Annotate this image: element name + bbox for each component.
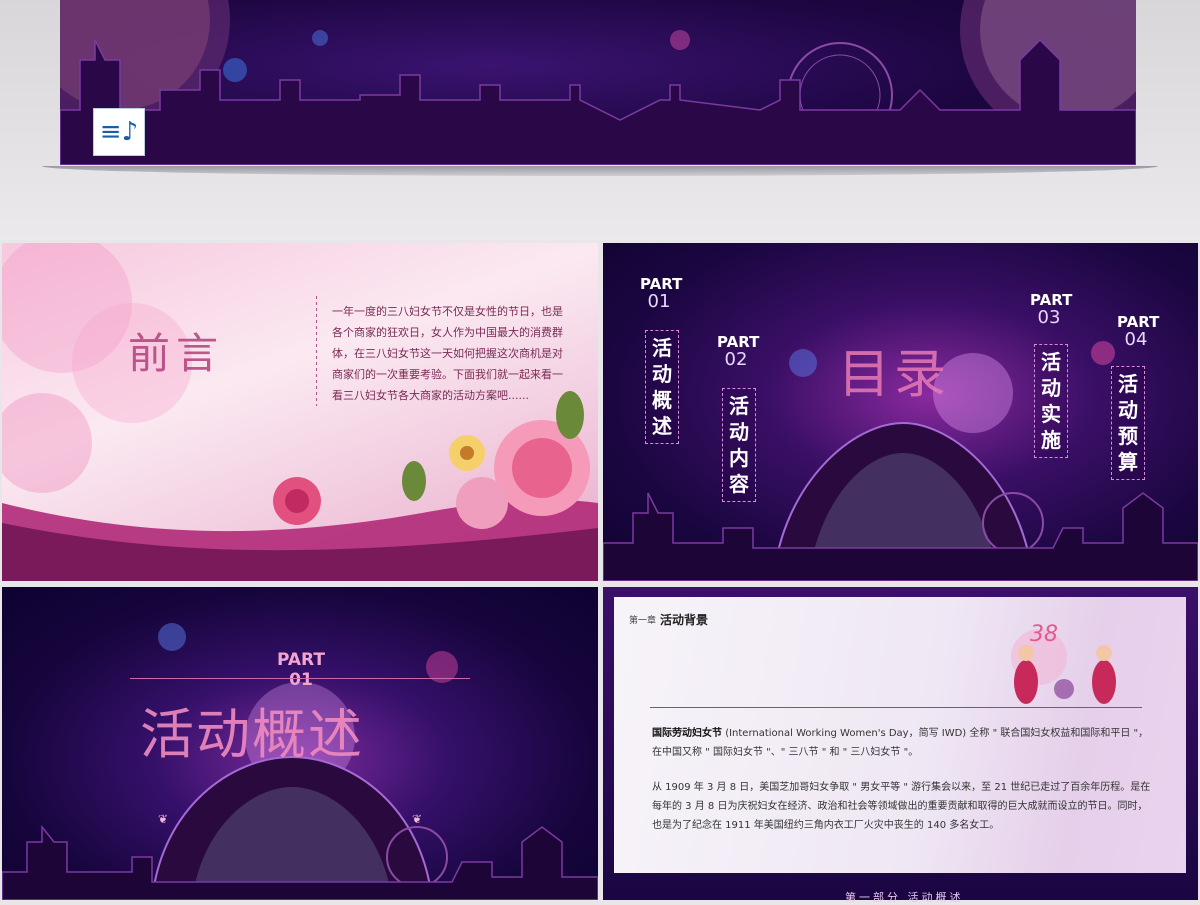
preface-title: 前言 bbox=[128, 329, 225, 378]
preface-body: 一年一度的三八妇女节不仅是女性的节日，也是 各个商家的狂欢日，女人作为中国最大的… bbox=[332, 301, 574, 406]
part-number: 01 bbox=[647, 291, 671, 312]
part-number: 04 bbox=[1124, 329, 1148, 350]
slide-thumbnail-toc[interactable] bbox=[603, 243, 1198, 581]
flower-decoration bbox=[2, 243, 598, 581]
toc-part-3: PART 03 bbox=[1030, 292, 1072, 328]
preface-line-2: 各个商家的狂欢日，女人作为中国最大的消费群 bbox=[332, 326, 563, 339]
background-paragraph-2: 从 1909 年 3 月 8 日，美国芝加哥妇女争取 " 男女平等 " 游行集会… bbox=[652, 782, 1151, 831]
city-skyline-illustration bbox=[60, 0, 1136, 165]
part1-divider bbox=[130, 678, 470, 679]
music-note-list-icon[interactable]: ≡♪ bbox=[93, 108, 145, 156]
toc-item-3[interactable]: 活动实施 bbox=[1034, 344, 1068, 458]
preface-line-1: 一年一度的三八妇女节不仅是女性的节日，也是 bbox=[332, 305, 563, 318]
ornament-right-icon: ❦ bbox=[412, 812, 423, 826]
toc-part-1: PART 01 bbox=[640, 276, 682, 312]
preface-dashed-line bbox=[316, 296, 317, 406]
para1-rest: (International Working Women's Day，简写 IW… bbox=[652, 728, 1149, 758]
part-number: 02 bbox=[724, 349, 748, 370]
para1-bold: 国际劳动妇女节 bbox=[652, 728, 722, 739]
preface-line-5: 看三八妇女节各大商家的活动方案吧...... bbox=[332, 389, 529, 402]
main-slide-preview[interactable] bbox=[60, 0, 1136, 165]
part-number: 03 bbox=[1037, 307, 1061, 328]
womens-day-logo: 38 bbox=[1030, 622, 1058, 647]
slide-thumbnail-preface[interactable] bbox=[2, 243, 598, 581]
toc-part-4: PART 04 bbox=[1117, 314, 1159, 350]
toc-item-2[interactable]: 活动内容 bbox=[722, 388, 756, 502]
toc-part-2: PART 02 bbox=[717, 334, 759, 370]
music-icon-glyph: ≡♪ bbox=[99, 117, 139, 147]
slide-footer: 第一部分 活动概述 bbox=[845, 891, 964, 904]
toc-item-4[interactable]: 活动预算 bbox=[1111, 366, 1145, 480]
part1-label: PART 01 bbox=[277, 650, 325, 690]
section-heading: 活动背景 bbox=[660, 613, 709, 627]
ornament-left-icon: ❦ bbox=[158, 812, 169, 826]
section-divider bbox=[650, 707, 1142, 708]
background-paragraph-1: 国际劳动妇女节 (International Working Women's D… bbox=[652, 724, 1157, 762]
part1-title: 活动概述 bbox=[140, 703, 364, 766]
preface-line-3: 体，在三八妇女节这一天如何把握这次商机是对 bbox=[332, 347, 563, 360]
preface-line-4: 商家们的一次重要考验。下面我们就一起来看一 bbox=[332, 368, 563, 381]
toc-title: 目录 bbox=[838, 345, 951, 405]
toc-item-1[interactable]: 活动概述 bbox=[645, 330, 679, 444]
chapter-label: 第一章 bbox=[629, 616, 657, 626]
toc-dome-illustration bbox=[603, 341, 1198, 581]
